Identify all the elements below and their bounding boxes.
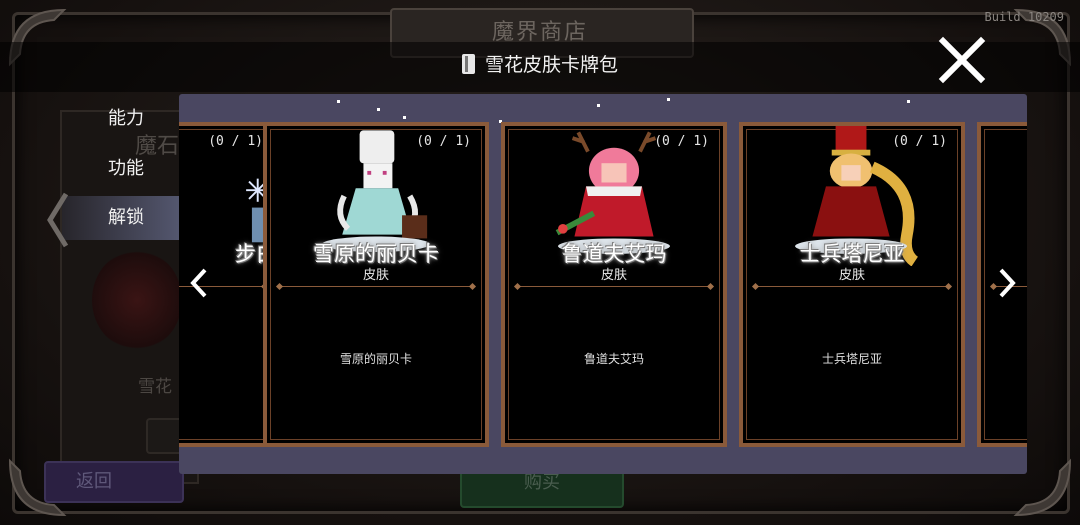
background-character-art (92, 250, 182, 350)
close-icon[interactable] (936, 34, 988, 86)
buy-button-label: 购买 (524, 472, 560, 493)
tab-unlock[interactable]: 解锁 (62, 196, 180, 240)
card-description: 雪原的丽贝卡 (339, 352, 412, 366)
snowflake (337, 100, 340, 103)
snowflake (597, 104, 600, 107)
tab-scroll-left-icon (47, 192, 69, 248)
snowflake (403, 116, 406, 119)
card-divider (517, 286, 711, 287)
tab-ability-label: 能力 (108, 108, 144, 129)
carousel-next-icon[interactable] (995, 266, 1019, 300)
card-type: 皮肤 (838, 268, 865, 283)
card-description: 鲁道夫艾玛 (583, 352, 644, 366)
snowflake (667, 98, 670, 101)
tab-ability[interactable]: 能力 (62, 97, 180, 141)
snowflake (907, 100, 910, 103)
card-emma[interactable]: (0 / 1) 鲁道夫艾玛 皮肤 鲁道夫艾玛 (501, 122, 727, 447)
card-pack-icon (461, 54, 475, 74)
card-divider (279, 286, 473, 287)
card-tania[interactable]: (0 / 1) 士兵塔尼亚 皮肤 士兵塔尼亚 (739, 122, 965, 447)
snowflake (377, 108, 380, 111)
carousel-prev-icon[interactable] (187, 266, 211, 300)
build-version: Build 10209 (984, 10, 1064, 24)
card-divider (755, 286, 949, 287)
card-description: 士兵塔尼亚 (821, 352, 882, 366)
card-rebecca[interactable]: (0 / 1) 雪原的丽贝卡 皮肤 雪原的丽贝卡 (263, 122, 489, 447)
card-carousel-panel: (0 / 1) 步白 (0 / 1) 雪原的丽贝卡 皮肤 雪原的丽贝卡 (0 /… (179, 94, 1027, 474)
card-type: 皮肤 (362, 268, 389, 283)
background-character-label: 雪花 (138, 377, 172, 397)
pack-title: 雪花皮肤卡牌包 (0, 50, 1080, 77)
back-button[interactable]: 返回 (44, 461, 184, 503)
tab-function-label: 功能 (108, 158, 144, 179)
tab-function[interactable]: 功能 (62, 147, 180, 191)
back-button-label: 返回 (76, 471, 112, 492)
pack-title-text: 雪花皮肤卡牌包 (484, 54, 618, 76)
card-type: 皮肤 (600, 268, 627, 283)
tab-unlock-label: 解锁 (108, 207, 144, 228)
